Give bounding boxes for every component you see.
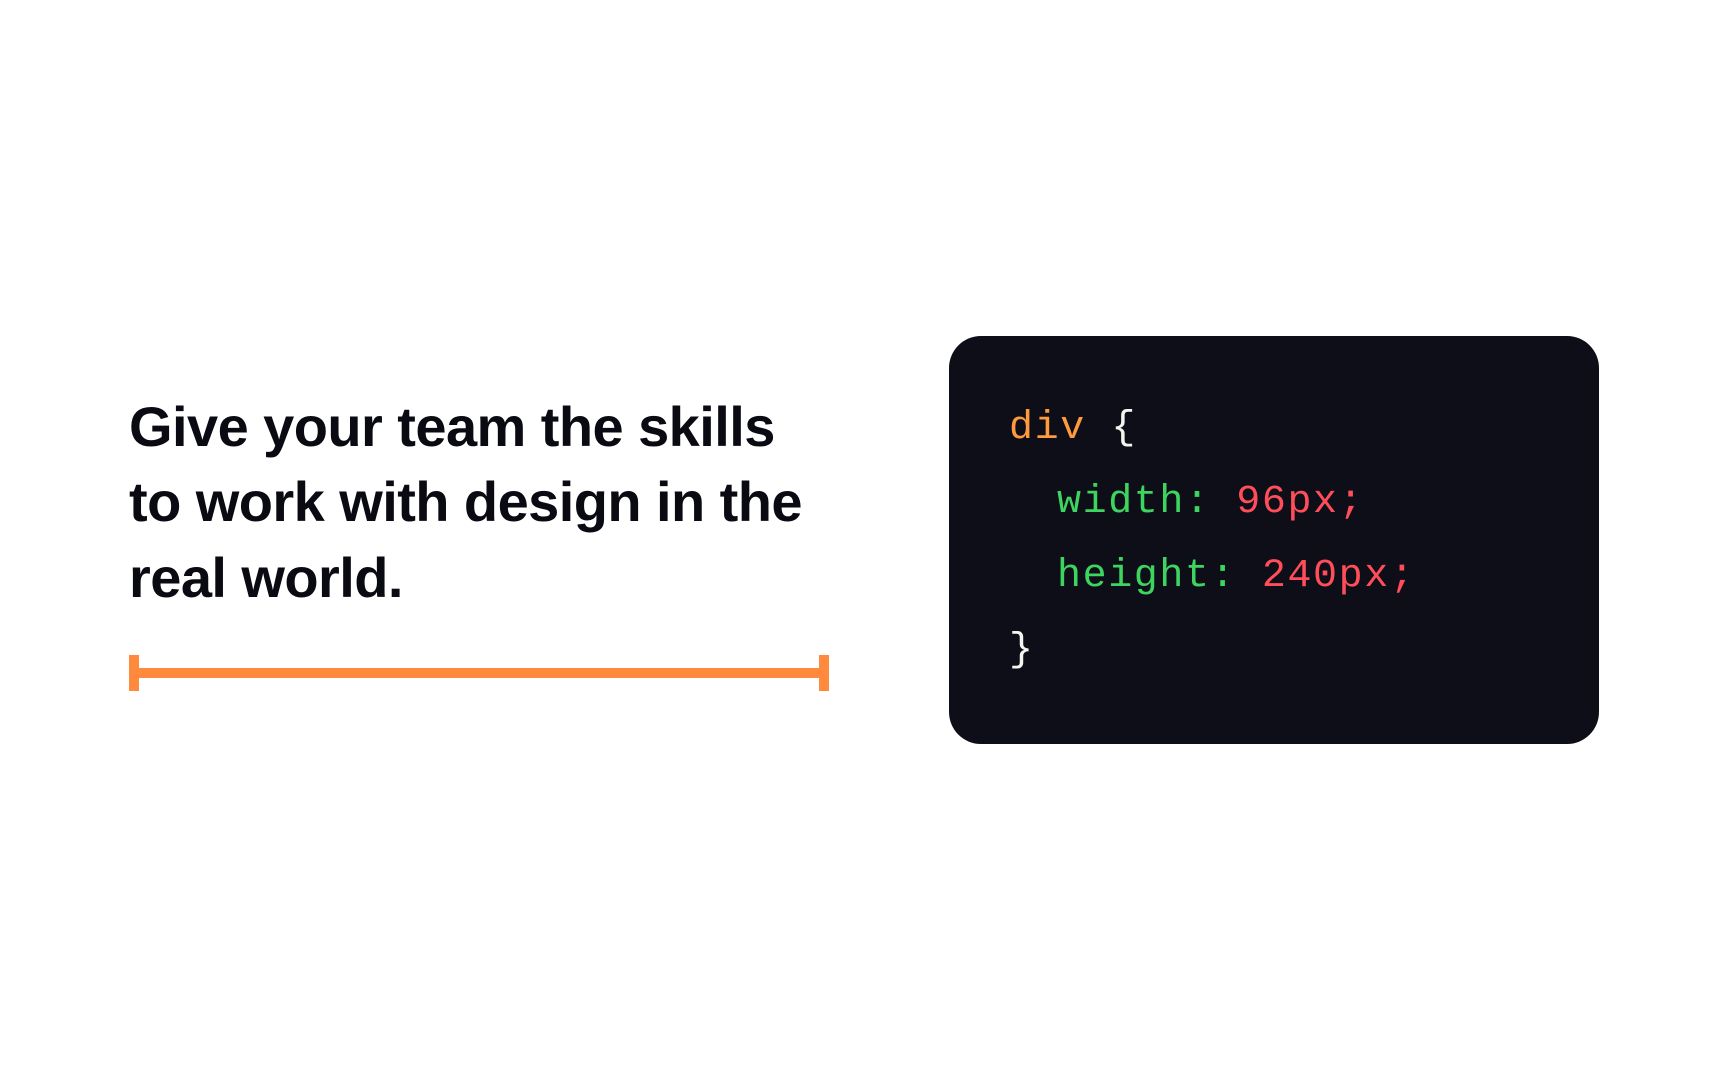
code-close-brace: } [1009, 628, 1035, 673]
code-selector: div [1009, 406, 1086, 451]
code-line-rule-0: width: 96px; [1009, 466, 1539, 540]
code-semi-0: ; [1339, 480, 1365, 525]
code-block: div { width: 96px; height: 240px; } [949, 336, 1599, 744]
left-panel: Give your team the skills to work with d… [129, 389, 829, 692]
code-prop-1: height [1057, 554, 1211, 599]
code-value-1: 240px [1262, 554, 1390, 599]
code-prop-0: width [1057, 480, 1185, 525]
code-colon-0: : [1185, 480, 1236, 525]
code-line-close: } [1009, 614, 1539, 688]
code-line-rule-1: height: 240px; [1009, 540, 1539, 614]
code-semi-1: ; [1390, 554, 1416, 599]
code-open-brace: { [1086, 406, 1137, 451]
code-value-0: 96px [1236, 480, 1338, 525]
code-line-selector: div { [1009, 392, 1539, 466]
code-colon-1: : [1211, 554, 1262, 599]
headline: Give your team the skills to work with d… [129, 389, 829, 616]
measurement-bar-icon [129, 655, 829, 691]
